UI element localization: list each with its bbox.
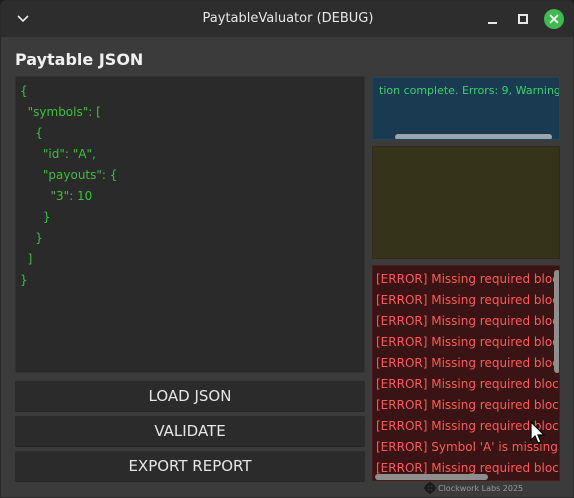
- status-message: tion complete. Errors: 9, Warnings: 0.: [379, 84, 559, 97]
- code-line: }: [20, 231, 43, 245]
- errors-horizontal-scrollbar[interactable]: [375, 474, 488, 480]
- errors-vertical-scrollbar[interactable]: [554, 270, 559, 373]
- code-line: ]: [20, 252, 33, 266]
- error-line: [ERROR] Missing required bloc: [376, 314, 559, 328]
- maximize-button[interactable]: [514, 10, 532, 28]
- error-line: [ERROR] Missing required bloc: [376, 398, 559, 412]
- status-horizontal-scrollbar[interactable]: [395, 134, 552, 139]
- json-editor[interactable]: { "symbols": [ { "id": "A", "payouts": {…: [15, 76, 365, 373]
- validate-button[interactable]: VALIDATE: [15, 416, 365, 446]
- code-line: "symbols": [: [20, 105, 101, 119]
- footer-text: Clockwork Labs 2025: [438, 484, 524, 493]
- warnings-panel: [372, 146, 560, 259]
- error-line: [ERROR] Missing required bloc: [376, 293, 559, 307]
- code-line: {: [20, 84, 28, 98]
- error-line: [ERROR] Missing required bloc: [376, 272, 559, 286]
- code-line: }: [20, 273, 28, 287]
- title-bar: PaytableValuator (DEBUG): [1, 1, 573, 37]
- load-json-button[interactable]: LOAD JSON: [15, 381, 365, 411]
- gear-icon: [424, 482, 436, 494]
- code-line: {: [20, 126, 43, 140]
- export-report-button[interactable]: EXPORT REPORT: [15, 451, 365, 481]
- errors-panel: [ERROR] Missing required bloc [ERROR] Mi…: [372, 265, 560, 481]
- section-title: Paytable JSON: [15, 50, 144, 69]
- code-line: "3": 10: [20, 189, 93, 203]
- minimize-button[interactable]: [484, 10, 502, 28]
- close-button[interactable]: [544, 9, 564, 29]
- error-line: [ERROR] Missing required bloc: [376, 356, 559, 370]
- code-line: "payouts": {: [20, 168, 118, 182]
- error-line: [ERROR] Missing required bloc: [376, 377, 559, 391]
- app-window: PaytableValuator (DEBUG) Paytable JSON {…: [0, 0, 574, 498]
- code-line: "id": "A",: [20, 147, 96, 161]
- close-icon: [549, 14, 559, 24]
- error-line: [ERROR] Missing required bloc: [376, 335, 559, 349]
- status-panel: tion complete. Errors: 9, Warnings: 0.: [372, 77, 560, 140]
- code-line: }: [20, 210, 51, 224]
- mouse-cursor-icon: [530, 421, 546, 444]
